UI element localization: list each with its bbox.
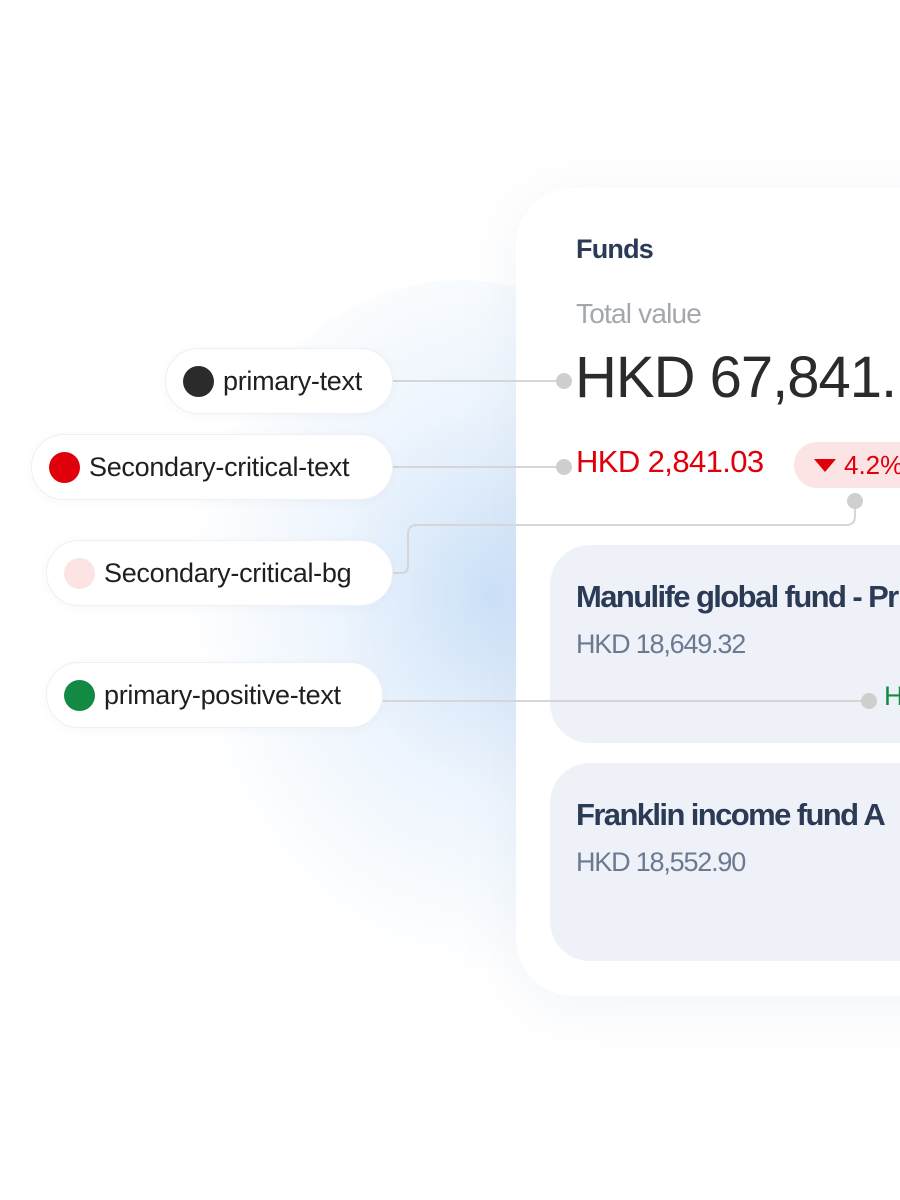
token-label: Secondary-critical-bg [104,557,352,588]
fund-value: HKD 18,649.32 [576,629,746,659]
fund-item[interactable]: Franklin income fund A HKD 18,552.90 [550,763,900,961]
card-title: Funds [576,234,654,264]
fund-gain: H [884,681,900,711]
token-label: primary-text [223,365,362,396]
token-label: Secondary-critical-text [89,451,350,482]
annotation-canvas: Funds Total value HKD 67,841. HKD 2,841.… [0,0,900,1200]
fund-name: Franklin income fund A [576,797,886,832]
fund-name: Manulife global fund - Pr [576,579,899,614]
change-percent-text: 4.2% [844,449,900,480]
token-secondary-critical-bg: Secondary-critical-bg [46,540,393,606]
total-value-label: Total value [576,298,702,329]
token-primary-positive-text: primary-positive-text [46,662,383,728]
swatch-secondary-critical-bg [64,557,95,589]
token-label: primary-positive-text [104,679,341,710]
token-primary-text: primary-text [165,348,393,414]
token-secondary-critical-text: Secondary-critical-text [31,434,393,500]
caret-down-icon [814,458,836,472]
total-value-amount: HKD 67,841. [575,345,897,410]
funds-card: Funds Total value HKD 67,841. HKD 2,841.… [516,188,900,996]
fund-item[interactable]: Manulife global fund - Pr HKD 18,649.32 … [550,545,900,743]
swatch-primary-positive-text [64,679,95,711]
swatch-primary-text [183,365,214,397]
change-percent-badge: 4.2% [794,442,900,488]
fund-value: HKD 18,552.90 [576,847,746,877]
change-value-amount: HKD 2,841.03 [576,444,764,479]
swatch-secondary-critical-text [49,451,80,483]
